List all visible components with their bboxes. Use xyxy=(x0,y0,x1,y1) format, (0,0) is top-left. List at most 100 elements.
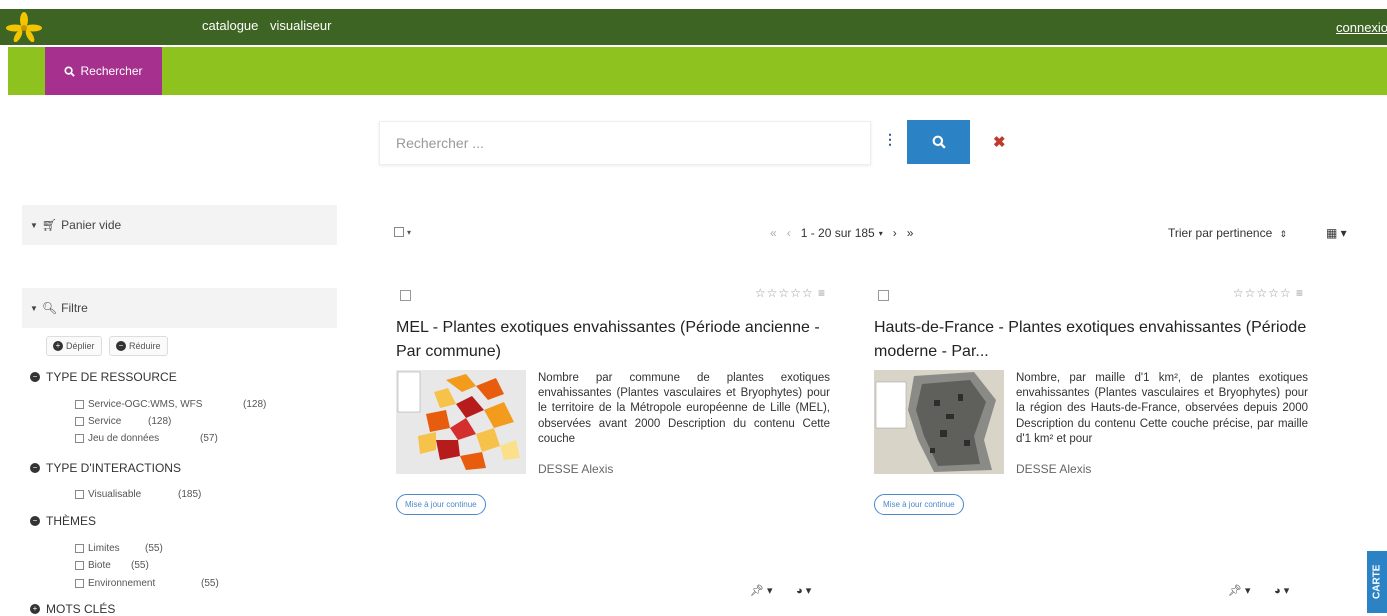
nav-catalogue[interactable]: catalogue xyxy=(202,18,258,33)
facet-title[interactable]: − TYPE D'INTERACTIONS xyxy=(30,461,181,475)
search-box xyxy=(379,121,871,165)
facet-item-label: Service xyxy=(88,416,122,427)
filtre-label: Filtre xyxy=(61,301,88,315)
checkbox[interactable] xyxy=(75,490,84,499)
card-author: DESSE Alexis xyxy=(538,462,614,476)
search-button[interactable] xyxy=(907,120,970,164)
facet-title-label: THÈMES xyxy=(46,514,97,528)
sort-label: Trier par pertinence xyxy=(1168,226,1273,240)
panier-panel-header[interactable]: ▼ 🛒︎ Panier vide xyxy=(22,205,337,245)
caret-down-icon: ▾ xyxy=(878,228,883,238)
rating-stars-icon[interactable]: ☆☆☆☆☆ ≡ xyxy=(755,286,826,300)
cart-icon: 🛒︎ xyxy=(41,218,58,232)
logo-icon[interactable] xyxy=(6,12,42,42)
previous-page-icon[interactable]: ‹ xyxy=(787,226,791,240)
search-icon: 🔍︎ xyxy=(41,301,58,315)
next-page-icon[interactable]: › xyxy=(893,226,897,240)
checkbox[interactable] xyxy=(75,579,84,588)
facet-item[interactable]: Environnement xyxy=(75,578,155,589)
result-card: ☆☆☆☆☆ ≡ Hauts-de-France - Plantes exotiq… xyxy=(870,278,1322,598)
facet-item-label: Jeu de données xyxy=(88,433,160,444)
checkbox[interactable] xyxy=(75,417,84,426)
checkbox[interactable] xyxy=(75,544,84,553)
deplier-label: Déplier xyxy=(66,341,95,351)
plus-circle-icon: + xyxy=(53,341,63,351)
rechercher-label: Rechercher xyxy=(80,64,143,78)
sub-navbar xyxy=(8,47,1387,95)
minus-circle-icon: − xyxy=(30,372,40,382)
rechercher-tab[interactable]: Rechercher xyxy=(45,47,162,95)
search-icon xyxy=(64,65,76,77)
card-title[interactable]: Hauts-de-France - Plantes exotiques enva… xyxy=(874,316,1314,364)
facet-item-label: Limites xyxy=(88,543,120,554)
facet-title[interactable]: − TYPE DE RESSOURCE xyxy=(30,370,177,384)
facet-count: (185) xyxy=(178,489,202,500)
filtre-panel-header[interactable]: ▼ 🔍︎ Filtre xyxy=(22,288,337,328)
facet-count: (55) xyxy=(145,543,163,554)
pager-range[interactable]: 1 - 20 sur 185 xyxy=(801,226,875,240)
last-page-icon[interactable]: » xyxy=(907,226,914,240)
map-thumbnail[interactable] xyxy=(396,370,526,474)
facet-item-label: Visualisable xyxy=(88,489,142,500)
card-title[interactable]: MEL - Plantes exotiques envahissantes (P… xyxy=(396,316,836,364)
pin-dropdown-icon[interactable]: 📌︎ ▾ xyxy=(750,584,773,597)
facet-item[interactable]: Biote xyxy=(75,560,111,571)
checkbox[interactable] xyxy=(75,561,84,570)
update-badge: Mise à jour continue xyxy=(396,494,486,515)
panier-label: Panier vide xyxy=(61,218,122,232)
facet-item[interactable]: Visualisable xyxy=(75,489,141,500)
facet-count: (55) xyxy=(201,578,219,589)
card-description: Nombre par commune de plantes exotiques … xyxy=(538,372,830,445)
facet-item[interactable]: Limites xyxy=(75,543,120,554)
minus-circle-icon: − xyxy=(30,463,40,473)
facet-title[interactable]: + MOTS CLÉS xyxy=(30,602,115,616)
caret-down-icon: ▼ xyxy=(30,303,38,313)
clear-search-icon[interactable]: ✖ xyxy=(993,133,1006,151)
facet-count: (55) xyxy=(131,560,149,571)
layout-grid-icon[interactable]: ▦ ▾ xyxy=(1326,226,1347,240)
facet-item[interactable]: Service-OGC:WMS, WFS xyxy=(75,399,202,410)
facet-title-label: TYPE D'INTERACTIONS xyxy=(46,461,181,475)
facet-item-label: Service-OGC:WMS, WFS xyxy=(88,399,203,410)
reduire-button[interactable]: − Réduire xyxy=(109,336,168,356)
globe-dropdown-icon[interactable]: ◕ ▾ xyxy=(796,584,811,597)
sort-dropdown[interactable]: Trier par pertinence ⇕ xyxy=(1168,226,1287,240)
card-checkbox[interactable] xyxy=(400,290,411,301)
globe-dropdown-icon[interactable]: ◕ ▾ xyxy=(1274,584,1289,597)
facet-item-label: Environnement xyxy=(88,578,156,589)
pager: « ‹ 1 - 20 sur 185 ▾ › » xyxy=(770,226,913,240)
card-checkbox[interactable] xyxy=(878,290,889,301)
facet-title-label: MOTS CLÉS xyxy=(46,602,116,616)
rating-stars-icon[interactable]: ☆☆☆☆☆ ≡ xyxy=(1233,286,1304,300)
sort-icon: ⇕ xyxy=(1279,229,1288,239)
caret-down-icon: ▾ xyxy=(407,227,412,237)
facet-count: (128) xyxy=(148,416,172,427)
facet-item[interactable]: Service xyxy=(75,416,121,427)
first-page-icon[interactable]: « xyxy=(770,226,777,240)
connexion-link[interactable]: connexion xyxy=(1336,20,1387,35)
facet-count: (57) xyxy=(200,433,218,444)
facet-item[interactable]: Jeu de données xyxy=(75,433,159,444)
search-icon xyxy=(932,135,946,149)
result-card: ☆☆☆☆☆ ≡ MEL - Plantes exotiques envahiss… xyxy=(392,278,844,598)
update-badge: Mise à jour continue xyxy=(874,494,964,515)
map-thumbnail[interactable] xyxy=(874,370,1004,474)
carte-tab[interactable]: CARTE xyxy=(1367,551,1387,613)
pin-dropdown-icon[interactable]: 📌︎ ▾ xyxy=(1228,584,1251,597)
reduire-label: Réduire xyxy=(129,341,161,351)
checkbox[interactable] xyxy=(75,400,84,409)
checkbox[interactable] xyxy=(75,434,84,443)
card-description: Nombre, par maille d'1 km², de plantes e… xyxy=(1016,372,1308,445)
nav-visualiseur[interactable]: visualiseur xyxy=(270,18,331,33)
select-all-dropdown[interactable]: ▾ xyxy=(394,227,411,237)
search-input[interactable] xyxy=(380,122,870,164)
deplier-button[interactable]: + Déplier xyxy=(46,336,102,356)
facet-count: (128) xyxy=(243,399,267,410)
checkbox xyxy=(394,227,404,237)
facet-title[interactable]: − THÈMES xyxy=(30,514,96,528)
facet-title-label: TYPE DE RESSOURCE xyxy=(46,370,177,384)
minus-circle-icon: − xyxy=(30,516,40,526)
more-options-icon[interactable]: ⋮ xyxy=(883,131,897,148)
card-author: DESSE Alexis xyxy=(1016,462,1092,476)
caret-down-icon: ▼ xyxy=(30,220,38,230)
